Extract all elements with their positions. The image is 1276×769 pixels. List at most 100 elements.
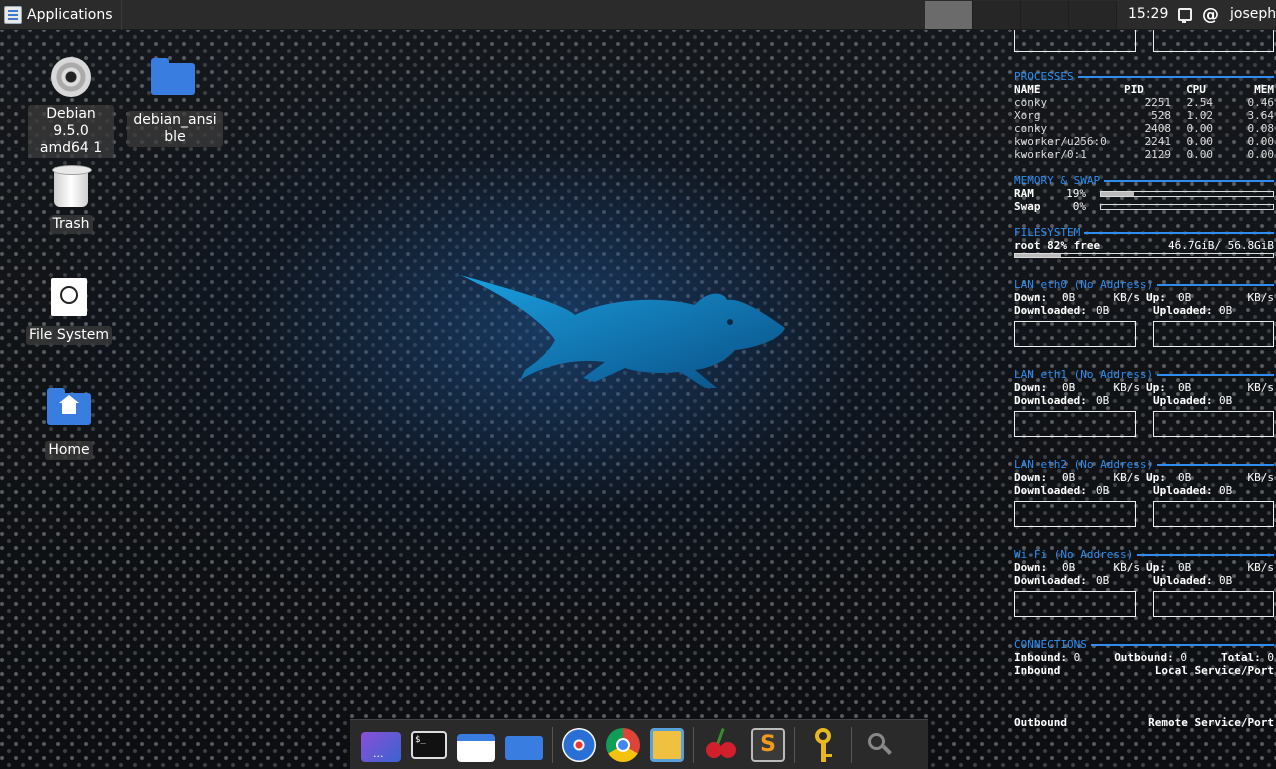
process-pid: 2251 [1144, 96, 1172, 109]
process-row: kworker/u256:0 2241 0.00 0.00 [1014, 135, 1274, 148]
network-title: LAN eth1 (No Address) [1014, 368, 1274, 381]
workspace-2[interactable] [973, 1, 1021, 29]
process-cpu: 1.02 [1186, 109, 1214, 122]
desktop-icon-debian-ansible[interactable]: debian_ansible [127, 55, 223, 147]
up-unit: KB/s [1247, 471, 1275, 484]
workspace-3[interactable] [1021, 1, 1069, 29]
applications-menu-icon [4, 5, 22, 24]
optical-disc-icon [51, 57, 91, 97]
up-unit: KB/s [1247, 381, 1275, 394]
web-browser-icon[interactable] [562, 727, 596, 762]
local-service-column: Local Service/Port [1154, 664, 1274, 677]
filesystem-section: root 82% free 46.7GiB/ 56.8GiB [1014, 239, 1274, 258]
trash-icon [52, 165, 92, 207]
column-header: MEM [1254, 83, 1274, 96]
uploaded-value: 0B [1219, 304, 1233, 317]
network-title: LAN eth0 (No Address) [1014, 278, 1274, 291]
folder-icon[interactable] [505, 735, 543, 760]
xfce-mouse-wallpaper-logo [460, 275, 785, 388]
dock-separator [552, 726, 553, 763]
sublime-text-icon[interactable]: S [751, 727, 785, 762]
notification-icon[interactable] [1178, 8, 1192, 23]
memory-section: RAM 19% Swap 0% [1014, 187, 1274, 213]
debian-swirl-icon[interactable]: @ [1202, 5, 1219, 25]
chrome-icon[interactable] [606, 727, 640, 762]
process-cpu: 0.00 [1186, 122, 1214, 135]
terminal-icon[interactable]: $_ [411, 730, 447, 759]
show-desktop-icon[interactable]: ... [361, 731, 401, 762]
user-menu[interactable]: joseph [1230, 6, 1276, 22]
connections-section: Inbound: 0 Outbound: 0 Total: 0 Inbound … [1014, 651, 1274, 729]
virtualbox-icon[interactable] [650, 727, 684, 762]
network-title: Wi-Fi (No Address) [1014, 548, 1274, 561]
upload-graph [1153, 321, 1274, 347]
up-value: 0B [1178, 381, 1192, 394]
down-unit: KB/s [1113, 471, 1141, 484]
process-mem: 0.46 [1247, 96, 1275, 109]
desktop-icon-debian-disc[interactable]: Debian 9.5.0 amd64 1 [25, 55, 117, 158]
process-row: kworker/0:1 2129 0.00 0.00 [1014, 148, 1274, 161]
process-name: kworker/u256:0 [1014, 135, 1107, 148]
downloaded-label: Downloaded: [1014, 484, 1087, 497]
cherrytree-icon[interactable] [703, 726, 741, 764]
inbound-label: Inbound: [1014, 651, 1067, 664]
process-name: conky [1014, 96, 1048, 109]
downloaded-label: Downloaded: [1014, 574, 1087, 587]
process-pid: 2241 [1144, 135, 1172, 148]
ram-bar-fill [1101, 191, 1134, 196]
fs-root-label: root 82% free [1014, 239, 1101, 252]
down-label: Down: [1014, 471, 1048, 484]
connections-title: CONNECTIONS [1014, 638, 1274, 651]
up-unit: KB/s [1247, 561, 1275, 574]
fs-bar-fill [1015, 254, 1062, 257]
column-header: PID [1124, 83, 1144, 96]
process-name: Xorg [1014, 109, 1041, 122]
process-name: conky [1014, 122, 1048, 135]
process-mem: 0.00 [1247, 148, 1275, 161]
workspace-switcher [925, 1, 1117, 29]
process-mem: 0.00 [1247, 135, 1275, 148]
desktop-icon-label: File System [25, 326, 113, 345]
swap-percent: 0% [1072, 200, 1086, 213]
desktop-icon-trash[interactable]: Trash [25, 165, 117, 234]
remote-service-column: Remote Service/Port [1148, 716, 1274, 729]
filesystem-title: FILESYSTEM [1014, 226, 1274, 239]
dock-separator [693, 726, 694, 763]
desktop-icon-file-system[interactable]: File System [23, 275, 115, 345]
downloaded-value: 0B [1096, 394, 1110, 407]
uploaded-label: Uploaded: [1153, 304, 1213, 317]
dock-separator [794, 726, 795, 763]
keyring-icon[interactable] [804, 726, 842, 764]
network-section: Down: 0B KB/s Up: 0B KB/s Downloaded: 0B… [1014, 291, 1274, 317]
app-finder-icon[interactable] [861, 726, 899, 764]
workspace-4[interactable] [1069, 1, 1117, 29]
downloaded-label: Downloaded: [1014, 394, 1087, 407]
applications-menu-button[interactable]: Applications [0, 0, 122, 30]
upload-graph [1153, 591, 1274, 617]
process-row: conky 2251 2.54 0.46 [1014, 96, 1274, 109]
network-title: LAN eth2 (No Address) [1014, 458, 1274, 471]
up-value: 0B [1178, 561, 1192, 574]
ram-percent: 19% [1066, 187, 1086, 200]
down-unit: KB/s [1113, 381, 1141, 394]
applications-menu-label: Applications [27, 6, 113, 23]
file-manager-icon[interactable] [457, 733, 495, 762]
up-value: 0B [1178, 291, 1192, 304]
down-value: 0B [1062, 291, 1076, 304]
desktop-icon-label: Trash [49, 215, 93, 234]
clock[interactable]: 15:29 [1128, 6, 1168, 22]
cpu-graph-right [1153, 30, 1274, 52]
process-cpu: 2.54 [1186, 96, 1214, 109]
network-section: Down: 0B KB/s Up: 0B KB/s Downloaded: 0B… [1014, 561, 1274, 587]
down-unit: KB/s [1113, 291, 1141, 304]
desktop-icon-home[interactable]: Home [23, 385, 115, 460]
process-pid: 528 [1151, 109, 1171, 122]
folder-icon [151, 58, 195, 95]
processes-title: PROCESSES [1014, 70, 1274, 83]
process-cpu: 0.00 [1186, 148, 1214, 161]
workspace-1[interactable] [925, 1, 973, 29]
down-label: Down: [1014, 291, 1048, 304]
uploaded-label: Uploaded: [1153, 484, 1213, 497]
outbound-count: 0 [1180, 651, 1188, 664]
process-cpu: 0.00 [1186, 135, 1214, 148]
